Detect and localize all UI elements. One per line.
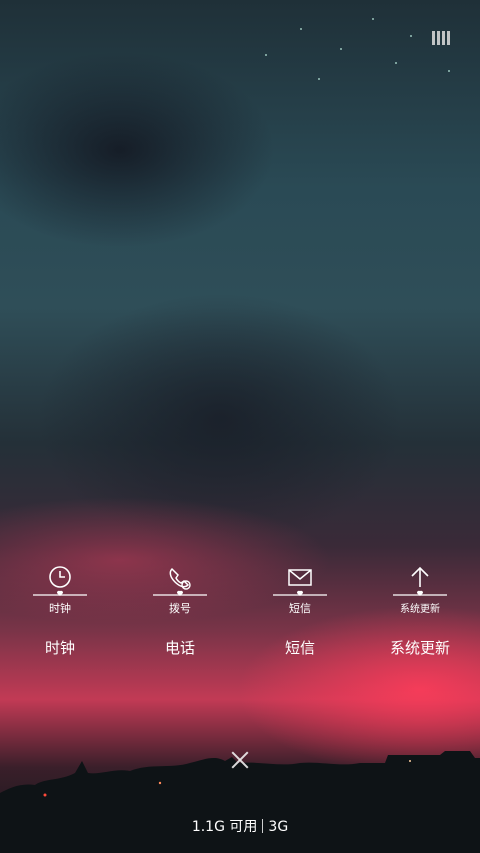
network-type: 3G [268,819,289,835]
status-bar: 1.1G 可用 3G [0,816,480,836]
phone-icon: 拨号 [153,567,207,615]
recent-tasks-icon[interactable] [432,31,450,45]
svg-text:系统更新: 系统更新 [400,602,440,615]
divider [262,819,264,833]
svg-text:时钟: 时钟 [49,601,71,615]
svg-text:拨号: 拨号 [169,601,191,615]
app-phone[interactable]: 拨号 电话 [120,565,240,665]
svg-text:短信: 短信 [289,601,311,615]
app-label: 系统更新 [389,639,450,657]
star-field [0,0,480,120]
app-messages[interactable]: 短信 短信 [240,565,360,665]
clock-icon: 时钟 [33,566,87,615]
app-system-update[interactable]: 系统更新 系统更新 [360,565,480,665]
app-dock: 时钟 时钟 拨号 电话 短信 短信 系统更新 系统更新 [0,565,480,665]
app-label: 时钟 [44,639,75,657]
app-label: 短信 [284,639,315,657]
app-label: 电话 [164,639,195,657]
mail-icon: 短信 [273,569,327,615]
memory-available: 1.1G 可用 [191,819,258,835]
app-clock[interactable]: 时钟 时钟 [0,565,120,665]
close-icon[interactable] [228,748,252,772]
upload-arrow-icon: 系统更新 [393,566,447,615]
